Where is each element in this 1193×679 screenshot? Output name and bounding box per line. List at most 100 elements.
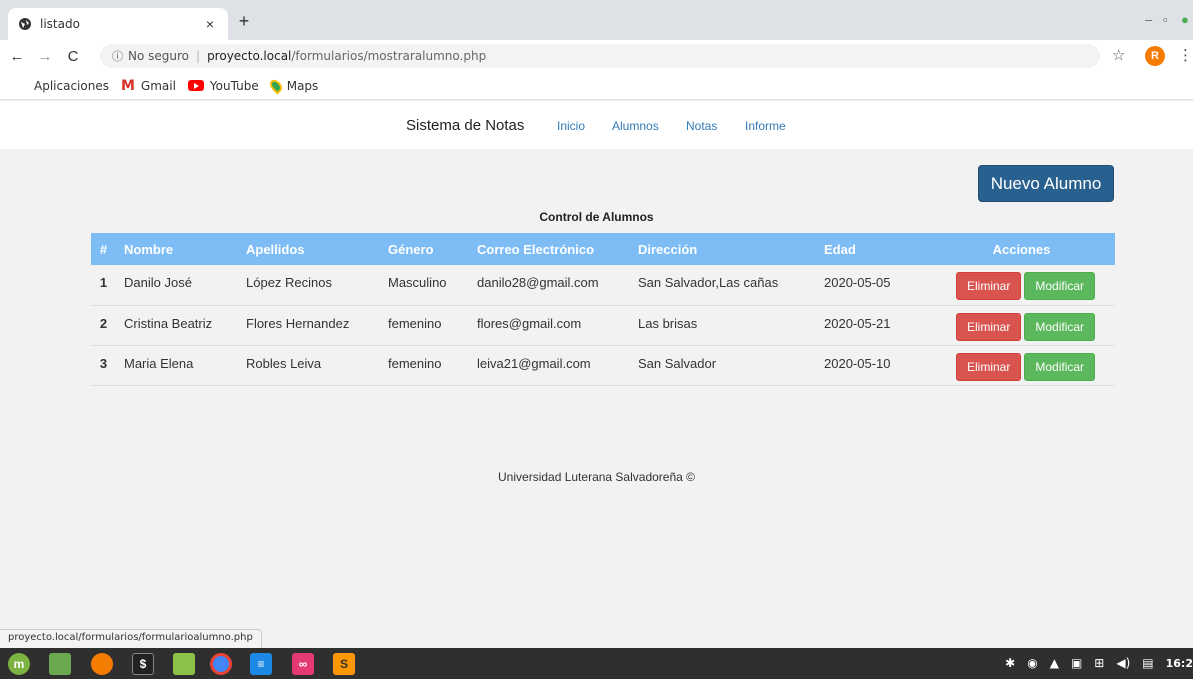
cell-nombre: Cristina Beatriz: [116, 305, 238, 346]
bookmark-gmail[interactable]: M Gmail: [121, 78, 176, 94]
column-header: Acciones: [928, 233, 1115, 265]
cell-direccion: San Salvador,Las cañas: [630, 265, 816, 306]
new-student-button[interactable]: Nuevo Alumno: [978, 165, 1114, 202]
browser-tab[interactable]: listado ×: [8, 8, 228, 40]
forward-arrow-icon[interactable]: →: [34, 45, 56, 67]
delete-button[interactable]: Eliminar: [956, 272, 1022, 300]
cell-nombre: Maria Elena: [116, 345, 238, 386]
apps-grid-icon: [14, 79, 28, 93]
system-tray: ✱ ◉ ▲ ▣ ⊞ ◀) ▤ 16:2: [993, 656, 1193, 670]
cell-acciones: Eliminar Modificar: [928, 265, 1115, 306]
cell-correo: flores@gmail.com: [469, 305, 630, 346]
column-header: Género: [380, 233, 469, 265]
modify-button[interactable]: Modificar: [1024, 352, 1096, 381]
column-header: Edad: [816, 233, 928, 265]
clipboard-icon[interactable]: ▣: [1071, 656, 1082, 670]
restore-icon[interactable]: ▫: [1163, 12, 1168, 27]
modify-button[interactable]: Modificar: [1024, 272, 1096, 300]
text-editor-icon[interactable]: ≡: [250, 653, 272, 675]
cell-acciones: Eliminar Modificar: [928, 345, 1115, 386]
new-tab-icon[interactable]: +: [234, 12, 254, 32]
browser-tab-bar: listado × + – ▫ ●: [0, 0, 1193, 40]
minimize-icon[interactable]: –: [1145, 12, 1152, 27]
column-header: Apellidos: [238, 233, 380, 265]
profile-avatar[interactable]: R: [1145, 46, 1165, 66]
cell-genero: femenino: [380, 305, 469, 346]
address-bar[interactable]: ⓘ No seguro | proyecto.local/formularios…: [100, 44, 1100, 68]
cell-apellidos: López Recinos: [238, 265, 380, 306]
bookmark-youtube[interactable]: YouTube: [187, 78, 259, 93]
chrome-icon[interactable]: [210, 653, 232, 675]
main-content: Nuevo Alumno Control de Alumnos # Nombre…: [0, 149, 1193, 629]
address-separator: |: [196, 49, 201, 63]
insecure-label: No seguro: [128, 49, 190, 63]
os-taskbar: m $ ≡ ∞ S ✱ ◉ ▲ ▣ ⊞ ◀) ▤ 16:2: [0, 648, 1193, 679]
address-host: proyecto.local: [207, 49, 292, 63]
bookmark-maps[interactable]: Maps: [267, 77, 319, 94]
gmail-icon: M: [120, 77, 135, 94]
table-title: Control de Alumnos: [539, 210, 654, 224]
students-table: # Nombre Apellidos Género Correo Electró…: [91, 233, 1115, 386]
modify-button[interactable]: Modificar: [1024, 312, 1096, 341]
clock[interactable]: 16:2: [1166, 657, 1193, 670]
glasses-app-icon[interactable]: ∞: [292, 653, 314, 675]
nav-link-notas[interactable]: Notas: [686, 119, 717, 133]
tab-title: listado: [40, 17, 80, 31]
bookmark-label: Maps: [286, 78, 319, 93]
reload-icon[interactable]: C: [62, 45, 84, 67]
site-brand[interactable]: Sistema de Notas: [406, 117, 524, 134]
cell-genero: Masculino: [380, 265, 469, 306]
cell-correo: leiva21@gmail.com: [469, 345, 630, 386]
nav-link-alumnos[interactable]: Alumnos: [612, 119, 659, 133]
delete-button[interactable]: Eliminar: [956, 312, 1022, 341]
bookmark-label: Gmail: [140, 78, 176, 93]
cell-nombre: Danilo José: [116, 265, 238, 306]
close-window-icon[interactable]: ●: [1181, 12, 1189, 27]
page-footer: Universidad Luterana Salvadoreña ©: [498, 470, 695, 484]
address-path: /formularios/mostraralumno.php: [291, 49, 487, 63]
link-status-bar: proyecto.local/formularios/formularioalu…: [0, 629, 262, 648]
nav-link-informe[interactable]: Informe: [745, 119, 786, 133]
bookmarks-bar: Aplicaciones M Gmail YouTube Maps: [0, 72, 1193, 100]
row-number: 3: [91, 345, 116, 386]
cell-genero: femenino: [380, 345, 469, 386]
table-row: 3 Maria Elena Robles Leiva femenino leiv…: [91, 345, 1115, 386]
column-header: #: [91, 233, 116, 265]
menu-kebab-icon[interactable]: ⋮: [1178, 46, 1193, 64]
network-icon[interactable]: ⊞: [1094, 656, 1104, 670]
mint-menu-icon[interactable]: m: [8, 653, 30, 675]
cell-apellidos: Robles Leiva: [238, 345, 380, 386]
bookmark-aplicaciones[interactable]: Aplicaciones: [14, 79, 109, 93]
terminal-icon[interactable]: $: [132, 653, 154, 675]
bookmark-star-icon[interactable]: ☆: [1112, 46, 1125, 64]
sublime-text-icon[interactable]: S: [333, 653, 355, 675]
bookmark-label: YouTube: [209, 78, 259, 93]
tab-close-icon[interactable]: ×: [202, 16, 218, 32]
cell-edad: 2020-05-05: [816, 265, 928, 306]
cell-direccion: Las brisas: [630, 305, 816, 346]
warning-icon[interactable]: ▲: [1050, 656, 1059, 670]
volume-icon[interactable]: ◀): [1116, 656, 1130, 670]
globe-icon: [19, 18, 31, 30]
battery-icon[interactable]: ▤: [1142, 656, 1153, 670]
cell-correo: danilo28@gmail.com: [469, 265, 630, 306]
cell-direccion: San Salvador: [630, 345, 816, 386]
info-icon[interactable]: ⓘ: [112, 48, 123, 64]
show-desktop-icon[interactable]: [49, 653, 71, 675]
maps-icon: [267, 77, 285, 94]
column-header: Dirección: [630, 233, 816, 265]
table-row: 2 Cristina Beatriz Flores Hernandez feme…: [91, 305, 1115, 346]
cell-edad: 2020-05-21: [816, 305, 928, 346]
shield-icon[interactable]: ◉: [1027, 656, 1037, 670]
bluetooth-icon[interactable]: ✱: [1005, 656, 1015, 670]
table-header-row: # Nombre Apellidos Género Correo Electró…: [91, 233, 1115, 265]
column-header: Correo Electrónico: [469, 233, 630, 265]
cell-edad: 2020-05-10: [816, 345, 928, 386]
back-arrow-icon[interactable]: ←: [6, 45, 28, 67]
nav-link-inicio[interactable]: Inicio: [557, 119, 585, 133]
bookmark-label: Aplicaciones: [34, 78, 109, 93]
browser-toolbar: ← → C ⓘ No seguro | proyecto.local/formu…: [0, 40, 1193, 72]
firefox-icon[interactable]: [91, 653, 113, 675]
delete-button[interactable]: Eliminar: [956, 352, 1022, 381]
files-icon[interactable]: [173, 653, 195, 675]
